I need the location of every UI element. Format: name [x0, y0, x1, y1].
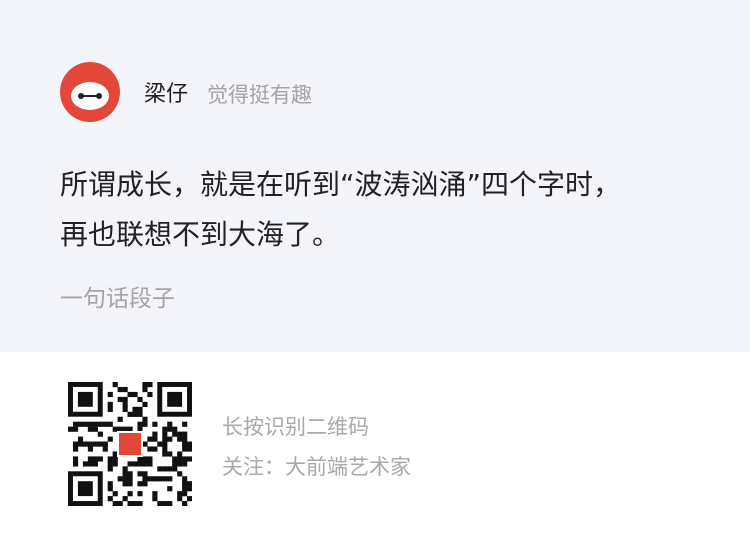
qr-hint-text: 长按识别二维码: [222, 415, 369, 439]
quote-text: 所谓成长，就是在听到“波涛汹涌”四个字时， 再也联想不到大海了。: [60, 160, 720, 260]
qr-code-icon[interactable]: [68, 382, 192, 506]
quote-line-2: 再也联想不到大海了。: [60, 218, 341, 251]
quote-source: 一句话段子: [60, 286, 175, 312]
avatar[interactable]: [60, 62, 120, 122]
author-note: 觉得挺有趣: [207, 83, 312, 107]
follow-text: 关注：大前端艺术家: [222, 455, 411, 479]
post-card: 梁仔 觉得挺有趣 所谓成长，就是在听到“波涛汹涌”四个字时， 再也联想不到大海了…: [0, 0, 750, 352]
qr-logo: [117, 431, 143, 457]
author-name[interactable]: 梁仔: [144, 80, 188, 110]
baymax-avatar-icon: [71, 82, 109, 110]
quote-line-1: 所谓成长，就是在听到“波涛汹涌”四个字时，: [60, 168, 622, 201]
